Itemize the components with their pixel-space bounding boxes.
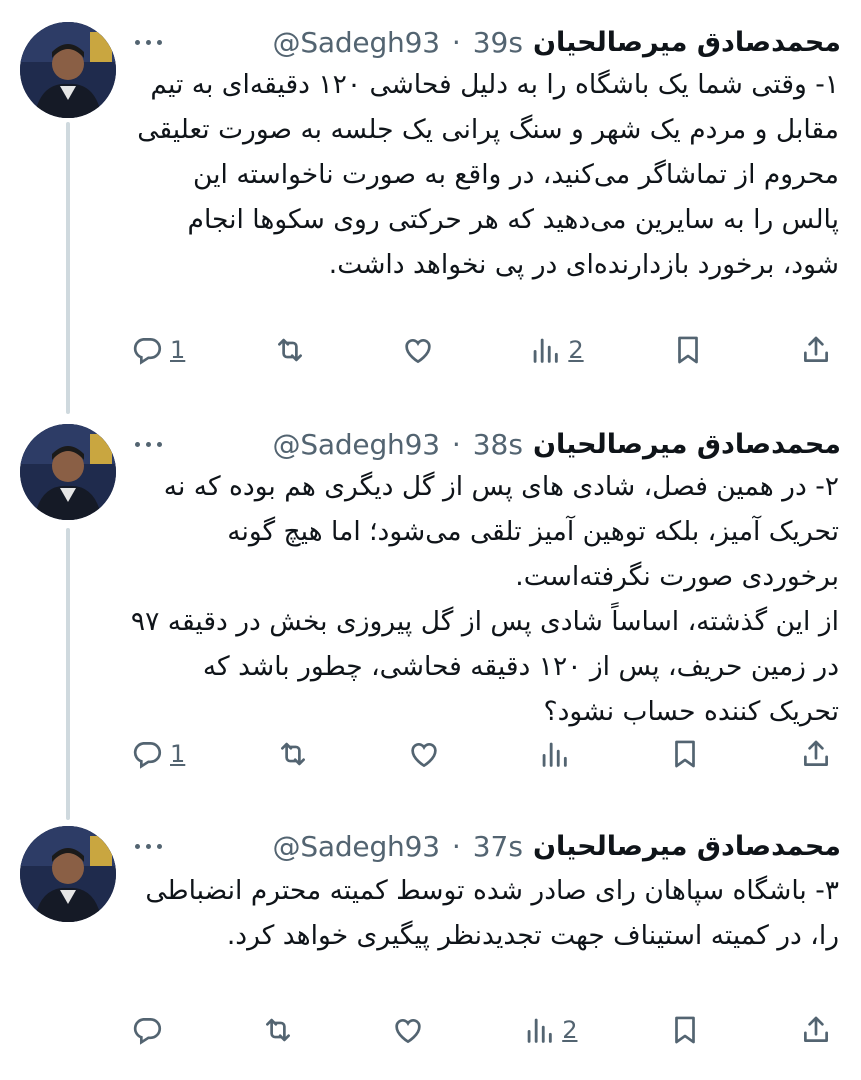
views-button[interactable] — [537, 737, 577, 771]
retweet-icon — [277, 338, 302, 362]
avatar[interactable] — [20, 22, 116, 118]
reply-button[interactable] — [130, 1013, 170, 1047]
more-icon[interactable] — [130, 434, 166, 454]
views-button[interactable]: 2 — [528, 333, 584, 367]
display-name[interactable]: محمدصادق میرصالحیان — [533, 27, 841, 58]
reply-icon — [133, 338, 162, 365]
tweet[interactable]: @Sadegh93 · 39s محمدصادق میرصالحیان ۱- وقت… — [0, 22, 861, 402]
share-icon — [804, 336, 828, 362]
retweet-icon — [281, 742, 305, 766]
display-name[interactable]: محمدصادق میرصالحیان — [533, 429, 841, 460]
timestamp[interactable]: 39s — [473, 26, 523, 59]
bookmark-icon — [678, 336, 699, 364]
reply-count: 1 — [170, 740, 186, 768]
tweet-header: @Sadegh93 · 39s محمدصادق میرصالحیان — [130, 24, 841, 60]
reply-icon — [133, 742, 162, 769]
handle[interactable]: @Sadegh93 — [273, 428, 440, 461]
view-count: 2 — [568, 336, 584, 364]
view-count: 2 — [562, 1016, 578, 1044]
like-button[interactable] — [407, 737, 447, 771]
views-icon — [534, 338, 559, 363]
like-icon — [395, 1018, 422, 1044]
separator: · — [451, 829, 461, 863]
reply-button[interactable]: 1 — [130, 333, 185, 367]
retweet-icon — [265, 1018, 290, 1042]
more-icon[interactable] — [130, 32, 166, 52]
bookmark-button[interactable] — [668, 737, 708, 771]
bookmark-button[interactable] — [668, 1013, 708, 1047]
like-button[interactable] — [391, 1013, 431, 1047]
tweet-text: ۱- وقتی شما یک باشگاه را به دلیل فحاشی ۱… — [128, 69, 839, 280]
bookmark-icon — [675, 1016, 696, 1044]
separator: · — [451, 427, 461, 461]
retweet-button[interactable] — [261, 1013, 301, 1047]
views-button[interactable]: 2 — [522, 1013, 577, 1047]
bookmark-icon — [675, 740, 696, 768]
like-button[interactable] — [401, 333, 441, 367]
bookmark-button[interactable] — [671, 333, 711, 367]
share-icon — [803, 740, 828, 766]
share-icon — [803, 1016, 828, 1042]
reply-count: 1 — [170, 336, 186, 364]
avatar[interactable] — [20, 826, 116, 922]
display-name[interactable]: محمدصادق میرصالحیان — [533, 831, 841, 862]
more-icon[interactable] — [130, 836, 166, 856]
like-icon — [404, 338, 431, 364]
action-bar: 1 — [130, 734, 839, 774]
share-button[interactable] — [799, 1013, 839, 1047]
views-icon — [543, 742, 568, 767]
like-icon — [411, 742, 437, 768]
reply-icon — [133, 1018, 162, 1045]
timestamp[interactable]: 37s — [473, 830, 523, 863]
tweet-text: ۲- در همین فصل، شادی های پس از گل دیگری … — [130, 471, 839, 727]
action-bar: 2 — [130, 1010, 839, 1050]
tweet-header: @Sadegh93 · 38s محمدصادق میرصالحیان — [130, 426, 841, 462]
retweet-button[interactable] — [276, 737, 316, 771]
timestamp[interactable]: 38s — [473, 428, 523, 461]
share-button[interactable] — [799, 333, 839, 367]
share-button[interactable] — [799, 737, 839, 771]
separator: · — [451, 25, 461, 59]
tweet[interactable]: @Sadegh93 · 38s محمدصادق میرصالحیان ۲- در … — [0, 424, 861, 804]
handle[interactable]: @Sadegh93 — [273, 830, 440, 863]
tweet[interactable]: @Sadegh93 · 37s محمدصادق میرصالحیان ۳- باش… — [0, 826, 861, 1080]
tweet-thread: @Sadegh93 · 39s محمدصادق میرصالحیان ۱- وقت… — [0, 0, 861, 1080]
handle[interactable]: @Sadegh93 — [273, 26, 440, 59]
tweet-header: @Sadegh93 · 37s محمدصادق میرصالحیان — [130, 828, 841, 864]
reply-button[interactable]: 1 — [130, 737, 185, 771]
tweet-text: ۳- باشگاه سپاهان رای صادر شده توسط کمیته… — [136, 875, 839, 951]
views-icon — [527, 1018, 552, 1043]
retweet-button[interactable] — [273, 333, 313, 367]
avatar[interactable] — [20, 424, 116, 520]
action-bar: 1 2 — [130, 330, 839, 370]
